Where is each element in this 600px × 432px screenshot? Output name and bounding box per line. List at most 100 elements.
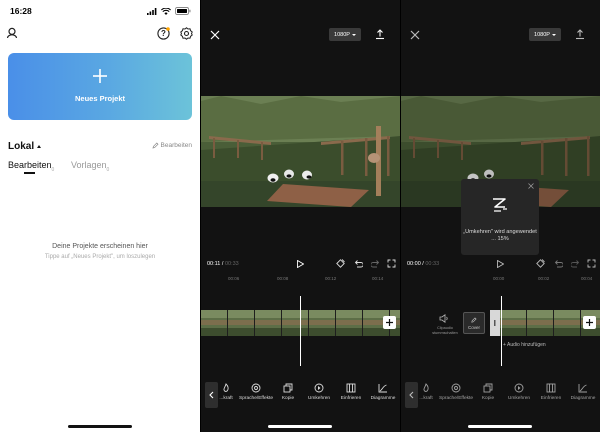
tool-graphs[interactable]: Diagramme — [566, 380, 600, 401]
tab-templates-label: Vorlagen — [71, 160, 107, 170]
tool-graphs[interactable]: Diagramme — [366, 380, 400, 401]
speaker-icon[interactable] — [439, 314, 449, 323]
graph-icon — [578, 384, 587, 393]
plus-icon — [93, 69, 107, 83]
tool-freeze[interactable]: Einfrieren — [534, 380, 568, 401]
playhead[interactable] — [300, 296, 301, 366]
tool-label: Einfrieren — [540, 396, 562, 401]
ruler-mark: 00:06 — [228, 276, 240, 281]
keyframe-icon[interactable] — [336, 259, 345, 268]
add-clip-button[interactable] — [583, 316, 596, 329]
tool-label: Diagramme — [570, 396, 596, 401]
edit-projects-label: Bearbeiten — [160, 142, 192, 149]
keyframe-icon[interactable] — [536, 259, 545, 268]
total-time: 00:33 — [425, 261, 440, 267]
editor-reverse-screen: 1080P „Umkehren" wird angewendet ... 15%… — [401, 0, 600, 432]
tool-freeze[interactable]: Einfrieren — [334, 380, 368, 401]
close-icon[interactable] — [210, 30, 220, 40]
play-icon[interactable] — [297, 260, 304, 268]
ruler-mark: 00:02 — [538, 276, 550, 281]
tool-reverse[interactable]: Umkehren — [502, 380, 536, 401]
caret-up-icon — [37, 144, 42, 148]
copy-icon — [283, 383, 293, 393]
tool-voice-effects[interactable]: Sprache/Effekte — [239, 380, 273, 401]
add-audio-button[interactable]: + Audio hinzufügen — [503, 342, 546, 348]
empty-state-title: Deine Projekte erscheinen hier — [52, 243, 148, 250]
add-clip-button[interactable] — [383, 316, 396, 329]
tab-templates[interactable]: Vorlagen0 — [71, 160, 109, 173]
resolution-label: 1080P — [334, 31, 350, 38]
voice-effects-icon — [451, 383, 461, 393]
undo-icon[interactable] — [554, 259, 563, 268]
timeline-ruler: 00:00 00:02 00:04 — [401, 273, 600, 285]
tool-label: Umkehren — [307, 396, 331, 401]
fullscreen-icon[interactable] — [587, 259, 596, 268]
tool-voice-effects[interactable]: Sprache/Effekte — [439, 380, 473, 401]
timecode: 00:00 / 00:33 — [407, 261, 440, 267]
edit-toolbar: ...kraft Sprache/Effekte Kopie Umkehren … — [401, 380, 600, 410]
export-icon[interactable] — [375, 29, 385, 40]
chevron-down-icon — [351, 33, 356, 36]
video-preview[interactable] — [201, 96, 400, 207]
add-audio-label: Audio hinzufügen — [507, 342, 546, 348]
settings-gear-icon[interactable] — [180, 27, 193, 40]
tool-label: Sprache/Effekte — [239, 396, 274, 401]
tab-templates-count: 0 — [106, 166, 110, 173]
cover-label: Cover — [467, 325, 480, 330]
play-icon[interactable] — [497, 260, 504, 268]
ruler-mark: 00:04 — [581, 276, 593, 281]
reverse-icon — [514, 383, 524, 393]
new-project-button[interactable]: Neues Projekt — [8, 53, 192, 120]
close-icon[interactable] — [528, 183, 534, 189]
panda-enclosure-image — [201, 96, 400, 207]
mute-clip-audio-label: Clipaudio stummschalten — [432, 326, 458, 335]
tool-label: Kopie — [481, 396, 495, 401]
redo-icon[interactable] — [571, 259, 580, 268]
undo-icon[interactable] — [354, 259, 363, 268]
timecode: 00:11 / 00:33 — [207, 261, 239, 267]
tool-speed[interactable]: ...kraft — [409, 380, 443, 401]
tab-edit[interactable]: Bearbeiten0 — [8, 160, 54, 173]
reverse-icon — [314, 383, 324, 393]
home-indicator — [468, 425, 532, 428]
voice-effects-icon — [251, 383, 261, 393]
svg-text:?: ? — [161, 29, 166, 38]
tool-label: Einfrieren — [340, 396, 362, 401]
current-time: 00:00 — [407, 261, 421, 267]
playhead[interactable] — [501, 296, 502, 366]
tab-edit-count: 0 — [51, 166, 55, 173]
status-icons — [147, 7, 191, 15]
speed-icon — [423, 383, 429, 392]
edit-toolbar: ...kraft Sprache/Effekte Kopie Umkehren … — [201, 380, 400, 410]
new-project-label: Neues Projekt — [74, 94, 126, 103]
profile-icon[interactable] — [6, 27, 18, 39]
resolution-selector[interactable]: 1080P — [529, 28, 561, 41]
copy-icon — [483, 383, 493, 393]
export-icon[interactable] — [575, 29, 585, 40]
status-time: 16:28 — [10, 6, 32, 16]
redo-icon[interactable] — [371, 259, 380, 268]
tool-copy[interactable]: Kopie — [471, 380, 505, 401]
resolution-selector[interactable]: 1080P — [329, 28, 361, 41]
empty-state-hint: Tippe auf „Neues Projekt", um loszulegen — [44, 254, 156, 260]
fullscreen-icon[interactable] — [387, 259, 396, 268]
active-tab-underline — [24, 172, 35, 174]
timeline-ruler: 00:06 00:08 00:12 00:14 — [201, 273, 400, 285]
home-indicator — [268, 425, 332, 428]
cover-button[interactable]: Cover — [463, 312, 485, 334]
reverse-progress-toast: „Umkehren" wird angewendet ... 15% — [461, 179, 539, 255]
edit-projects-link[interactable]: Bearbeiten — [152, 142, 192, 149]
tool-copy[interactable]: Kopie — [271, 380, 305, 401]
close-icon[interactable] — [410, 30, 420, 40]
signal-icon — [147, 7, 157, 15]
section-title[interactable]: Lokal — [8, 141, 42, 152]
freeze-icon — [346, 383, 356, 393]
tool-speed[interactable]: ...kraft — [209, 380, 243, 401]
ruler-mark: 00:12 — [325, 276, 337, 281]
tool-reverse[interactable]: Umkehren — [302, 380, 336, 401]
resolution-label: 1080P — [534, 31, 550, 38]
current-time: 00:11 — [207, 261, 221, 267]
help-icon[interactable]: ? — [157, 27, 170, 40]
pencil-icon — [471, 317, 477, 323]
plus-icon — [586, 319, 593, 326]
